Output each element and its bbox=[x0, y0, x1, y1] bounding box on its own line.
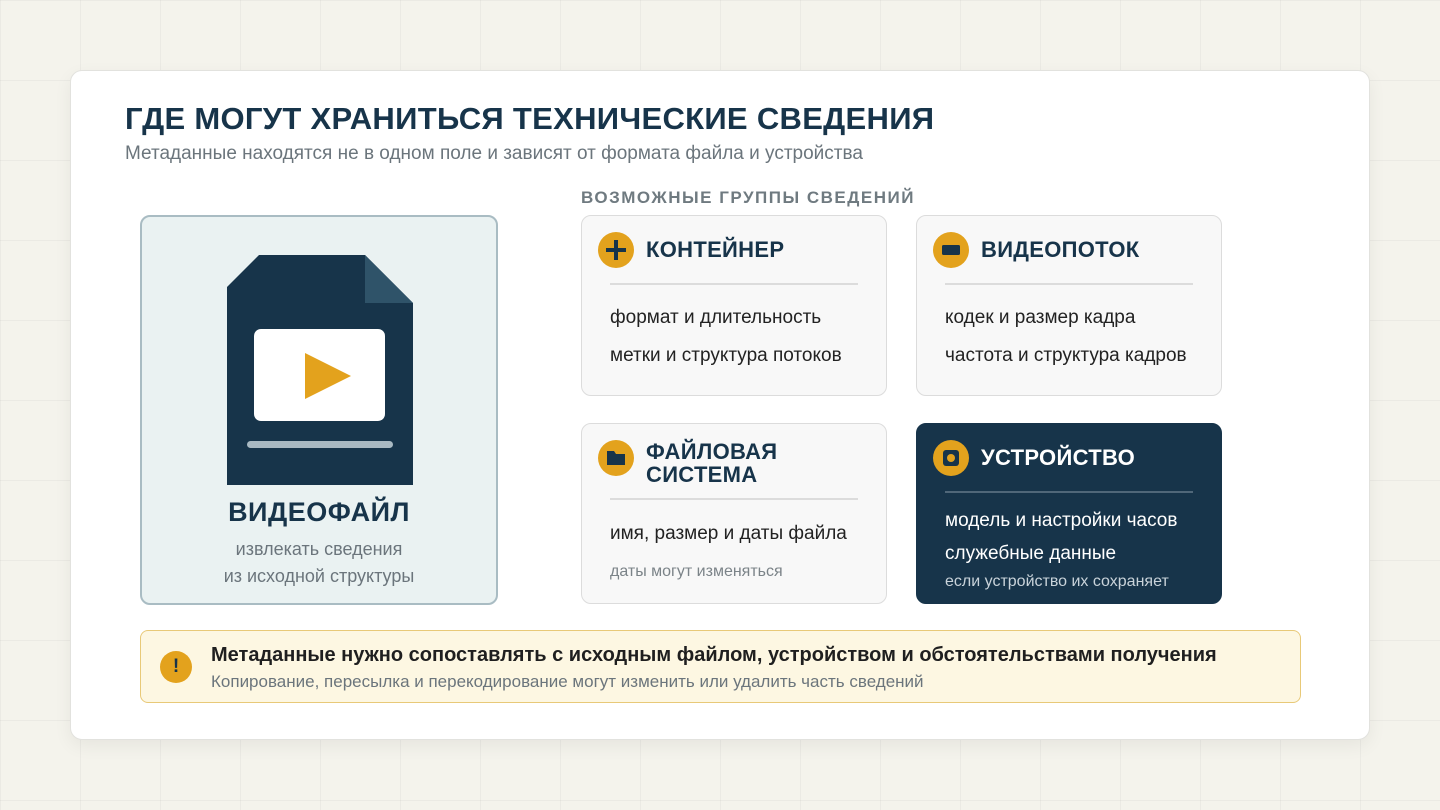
page-subtitle: Метаданные находятся не в одном поле и з… bbox=[125, 143, 863, 164]
file-title: ВИДЕОФАЙЛ bbox=[228, 497, 410, 527]
video-file-panel: ВИДЕОФАЙЛ извлекать сведения из исходной… bbox=[140, 215, 498, 605]
video-file-icon bbox=[227, 255, 413, 490]
warning-sub-text: Копирование, пересылка и перекодирование… bbox=[211, 672, 924, 691]
divider bbox=[945, 283, 1193, 285]
filesystem-item: имя, размер и даты файла bbox=[610, 523, 847, 544]
filesystem-box: ФАЙЛОВАЯ СИСТЕМА имя, размер и даты файл… bbox=[581, 423, 887, 604]
warning-main-text: Метаданные нужно сопоставлять с исходным… bbox=[211, 644, 1217, 666]
container-item: формат и длительность bbox=[610, 307, 822, 328]
file-desc-line1: извлекать сведения bbox=[235, 539, 403, 559]
device-item: модель и настройки часов bbox=[945, 510, 1178, 531]
container-box: КОНТЕЙНЕР формат и длительность метки и … bbox=[581, 215, 887, 396]
device-note: если устройство их сохраняет bbox=[945, 573, 1169, 590]
container-item: метки и структура потоков bbox=[610, 345, 842, 366]
camera-icon bbox=[933, 440, 969, 476]
video-stream-item: частота и структура кадров bbox=[945, 345, 1187, 366]
video-stream-title: ВИДЕОПОТОК bbox=[981, 237, 1140, 262]
folder-icon bbox=[598, 440, 634, 476]
video-stream-item: кодек и размер кадра bbox=[945, 307, 1136, 328]
filesystem-title: ФАЙЛОВАЯ СИСТЕМА bbox=[646, 440, 777, 486]
device-box: УСТРОЙСТВО модель и настройки часов служ… bbox=[916, 423, 1222, 604]
filesystem-note: даты могут изменяться bbox=[610, 563, 783, 580]
warning-icon: ! bbox=[160, 651, 192, 683]
divider bbox=[610, 498, 858, 500]
device-title: УСТРОЙСТВО bbox=[981, 445, 1136, 470]
plus-icon bbox=[598, 232, 634, 268]
page-title: ГДЕ МОГУТ ХРАНИТЬСЯ ТЕХНИЧЕСКИЕ СВЕДЕНИЯ bbox=[125, 101, 935, 136]
container-title: КОНТЕЙНЕР bbox=[646, 237, 785, 262]
divider bbox=[610, 283, 858, 285]
device-item: служебные данные bbox=[945, 543, 1117, 564]
main-card: ГДЕ МОГУТ ХРАНИТЬСЯ ТЕХНИЧЕСКИЕ СВЕДЕНИЯ… bbox=[70, 70, 1370, 740]
groups-label: ВОЗМОЖНЫЕ ГРУППЫ СВЕДЕНИЙ bbox=[581, 188, 915, 207]
divider bbox=[945, 491, 1193, 493]
video-stream-icon bbox=[933, 232, 969, 268]
video-stream-box: ВИДЕОПОТОК кодек и размер кадра частота … bbox=[916, 215, 1222, 396]
filesystem-title-line1: ФАЙЛОВАЯ bbox=[646, 439, 778, 464]
filesystem-title-line2: СИСТЕМА bbox=[646, 462, 758, 487]
file-desc-line2: из исходной структуры bbox=[223, 566, 415, 586]
warning-banner: ! Метаданные нужно сопоставлять с исходн… bbox=[140, 630, 1301, 703]
